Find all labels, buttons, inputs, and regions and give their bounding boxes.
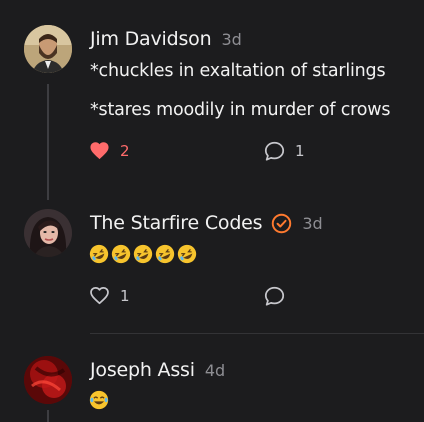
comment-header: Jim Davidson 3d <box>90 28 242 50</box>
rofl-emoji-icon <box>111 244 131 264</box>
comment-header: Joseph Assi 4d <box>90 359 225 381</box>
emoji-line <box>88 389 110 411</box>
verified-badge-icon <box>272 213 292 233</box>
avatar[interactable] <box>24 209 72 257</box>
joy-emoji-icon <box>89 390 109 410</box>
reply-button[interactable] <box>264 286 285 306</box>
comment-bubble-icon <box>264 286 285 306</box>
heart-filled-icon <box>90 142 109 160</box>
like-button[interactable]: 2 <box>89 141 130 160</box>
timestamp: 3d <box>302 213 323 233</box>
emoji-line <box>88 243 198 265</box>
comment-text-line: *stares moodily in murder of crows <box>90 100 391 120</box>
like-count: 1 <box>120 286 130 305</box>
comment-bubble-icon <box>264 141 285 161</box>
author-name[interactable]: Joseph Assi <box>90 359 195 381</box>
woman-avatar-icon <box>24 209 72 257</box>
red-abstract-avatar-icon <box>24 356 72 404</box>
thread-line <box>47 84 49 200</box>
bearded-man-avatar-icon <box>24 25 72 73</box>
rofl-emoji-icon <box>89 244 109 264</box>
heart-outline-icon <box>90 287 109 305</box>
comment-text-line: *chuckles in exaltation of starlings <box>90 61 386 81</box>
like-count: 2 <box>120 141 130 160</box>
rofl-emoji-icon <box>133 244 153 264</box>
reply-count: 1 <box>295 142 305 160</box>
comment-header: The Starfire Codes 3d <box>90 212 323 234</box>
author-name[interactable]: Jim Davidson <box>90 28 212 50</box>
rofl-emoji-icon <box>177 244 197 264</box>
reply-button[interactable]: 1 <box>264 141 305 161</box>
comment-divider <box>90 333 424 334</box>
avatar[interactable] <box>24 25 72 73</box>
like-button[interactable]: 1 <box>89 286 130 305</box>
avatar[interactable] <box>24 356 72 404</box>
rofl-emoji-icon <box>155 244 175 264</box>
author-name[interactable]: The Starfire Codes <box>90 212 263 234</box>
timestamp: 3d <box>221 29 242 49</box>
thread-line <box>47 410 49 422</box>
timestamp: 4d <box>204 360 226 380</box>
